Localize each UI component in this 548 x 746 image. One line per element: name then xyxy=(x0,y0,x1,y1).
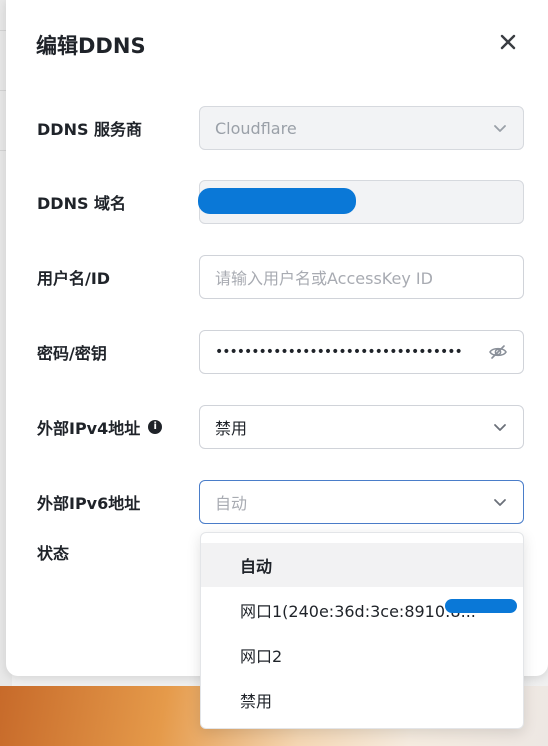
username-row: 用户名/ID 请输入用户名或AccessKey ID xyxy=(6,255,548,299)
username-label: 用户名/ID xyxy=(37,269,111,288)
ipv4-label-wrap: 外部IPv4地址 i xyxy=(37,405,163,449)
domain-row: DDNS 域名 xyxy=(6,180,548,224)
provider-label: DDNS 服务商 xyxy=(37,120,143,139)
ipv4-select[interactable]: 禁用 xyxy=(199,405,524,449)
provider-select[interactable]: Cloudflare xyxy=(199,106,524,150)
ipv4-value: 禁用 xyxy=(215,419,248,438)
ipv4-row: 外部IPv4地址 i 禁用 xyxy=(6,405,548,449)
password-input[interactable]: •••••••••••••••••••••••••••••••••• xyxy=(199,330,524,374)
ipv6-row: 外部IPv6地址 自动 xyxy=(6,480,548,524)
dropdown-option-auto[interactable]: 自动 xyxy=(201,543,523,587)
ipv6-value: 自动 xyxy=(215,494,248,513)
username-input[interactable]: 请输入用户名或AccessKey ID xyxy=(199,255,524,299)
chevron-down-icon xyxy=(494,125,506,132)
password-value: •••••••••••••••••••••••••••••••••• xyxy=(215,344,463,360)
dropdown-option-port2[interactable]: 网口2 xyxy=(201,633,523,677)
ipv6-dropdown-menu: 自动 网口1(240e:36d:3ce:8910:8... 网口2 禁用 xyxy=(200,532,524,729)
ipv6-select[interactable]: 自动 xyxy=(199,480,524,524)
dialog-title: 编辑DDNS xyxy=(36,34,146,58)
username-placeholder: 请输入用户名或AccessKey ID xyxy=(215,269,433,288)
eye-off-icon[interactable] xyxy=(488,342,508,362)
provider-value: Cloudflare xyxy=(215,118,297,138)
domain-label: DDNS 域名 xyxy=(37,194,127,213)
info-icon[interactable]: i xyxy=(148,420,163,434)
dropdown-option-disabled[interactable]: 禁用 xyxy=(201,678,523,722)
ipv4-label: 外部IPv4地址 xyxy=(37,419,141,438)
password-label: 密码/密钥 xyxy=(37,344,107,363)
password-row: 密码/密钥 •••••••••••••••••••••••••••••••••• xyxy=(6,330,548,374)
redaction-mark xyxy=(198,188,356,214)
provider-row: DDNS 服务商 Cloudflare xyxy=(6,106,548,150)
redaction-mark xyxy=(445,599,517,613)
chevron-down-icon xyxy=(494,499,506,506)
close-button[interactable] xyxy=(496,30,520,54)
status-label: 状态 xyxy=(37,544,70,563)
close-icon xyxy=(500,34,516,50)
chevron-down-icon xyxy=(494,424,506,431)
ipv6-label: 外部IPv6地址 xyxy=(37,494,141,513)
